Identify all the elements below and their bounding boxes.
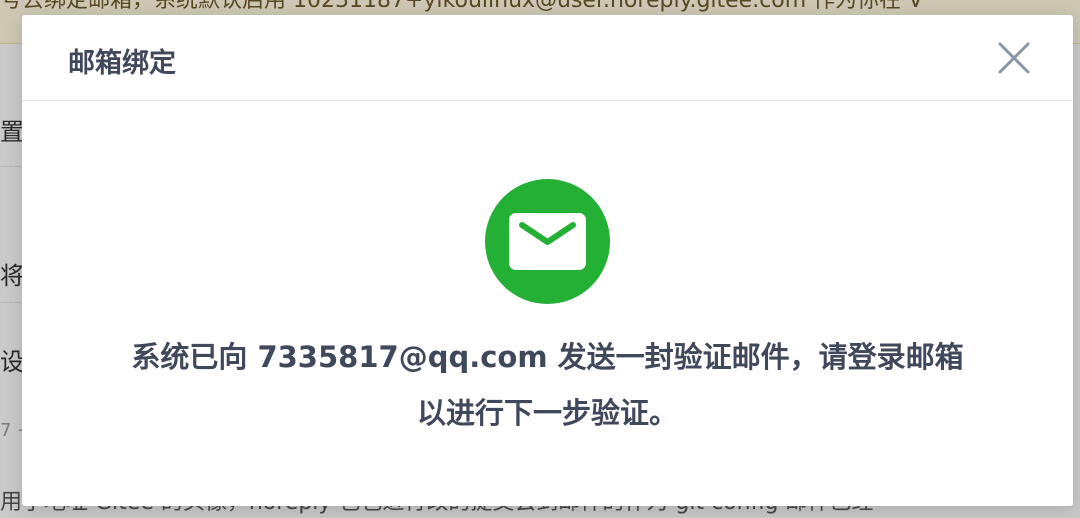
message-line-1: 系统已向 7335817@qq.com 发送一封验证邮件，请登录邮箱 (131, 340, 964, 374)
close-button[interactable] (995, 39, 1033, 77)
email-binding-dialog: 邮箱绑定 系统已向 7335817@qq.com 发送一封验证邮件，请登录邮箱 … (22, 15, 1073, 506)
dialog-title: 邮箱绑定 (68, 48, 176, 79)
dialog-body: 系统已向 7335817@qq.com 发送一封验证邮件，请登录邮箱 以进行下一… (22, 101, 1073, 505)
mail-icon (485, 179, 610, 304)
message-line-2: 以进行下一步验证。 (416, 396, 678, 430)
verification-message: 系统已向 7335817@qq.com 发送一封验证邮件，请登录邮箱 以进行下一… (22, 329, 1073, 441)
close-icon (998, 42, 1030, 74)
dialog-header: 邮箱绑定 (22, 15, 1073, 101)
